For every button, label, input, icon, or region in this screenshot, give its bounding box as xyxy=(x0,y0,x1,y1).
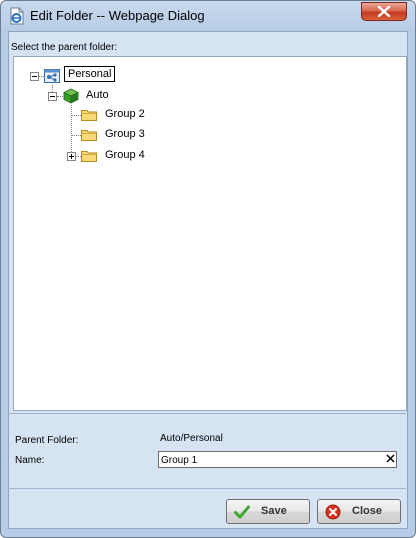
window-close-button[interactable] xyxy=(361,2,407,21)
cancel-icon xyxy=(325,504,341,520)
library-icon xyxy=(44,69,60,83)
clear-input-icon[interactable] xyxy=(386,454,395,463)
close-button-label: Close xyxy=(352,505,382,517)
tree-node-auto[interactable]: Auto xyxy=(86,89,109,101)
parent-folder-value: Auto/Personal xyxy=(160,433,223,444)
close-icon xyxy=(377,6,391,17)
window-title: Edit Folder -- Webpage Dialog xyxy=(30,8,205,23)
folder-icon xyxy=(81,110,97,121)
folder-tree[interactable]: Personal Auto Group 2 Group 3 Group 4 xyxy=(13,56,407,411)
checkmark-icon xyxy=(234,505,250,519)
tree-prompt-label: Select the parent folder: xyxy=(11,42,118,53)
collapse-toggle-personal[interactable] xyxy=(30,72,39,81)
parent-folder-label: Parent Folder: xyxy=(15,435,79,446)
tree-node-personal[interactable]: Personal xyxy=(64,66,116,82)
collapse-toggle-auto[interactable] xyxy=(48,92,57,101)
save-button-label: Save xyxy=(261,505,287,517)
tree-node-group-4[interactable]: Group 4 xyxy=(105,149,145,161)
ie-page-icon xyxy=(9,7,25,25)
close-button[interactable]: Close xyxy=(317,499,401,524)
name-label: Name: xyxy=(15,455,45,466)
divider xyxy=(8,488,406,489)
folder-icon xyxy=(81,151,97,162)
title-bar[interactable]: Edit Folder -- Webpage Dialog xyxy=(1,1,415,31)
divider xyxy=(8,413,406,414)
tree-node-group-2[interactable]: Group 2 xyxy=(105,108,145,120)
save-button[interactable]: Save xyxy=(226,499,310,524)
expand-toggle-group-4[interactable] xyxy=(67,152,76,161)
tree-node-group-3[interactable]: Group 3 xyxy=(105,128,145,140)
name-input[interactable] xyxy=(158,451,397,468)
folder-icon xyxy=(81,130,97,141)
package-icon xyxy=(63,88,79,104)
